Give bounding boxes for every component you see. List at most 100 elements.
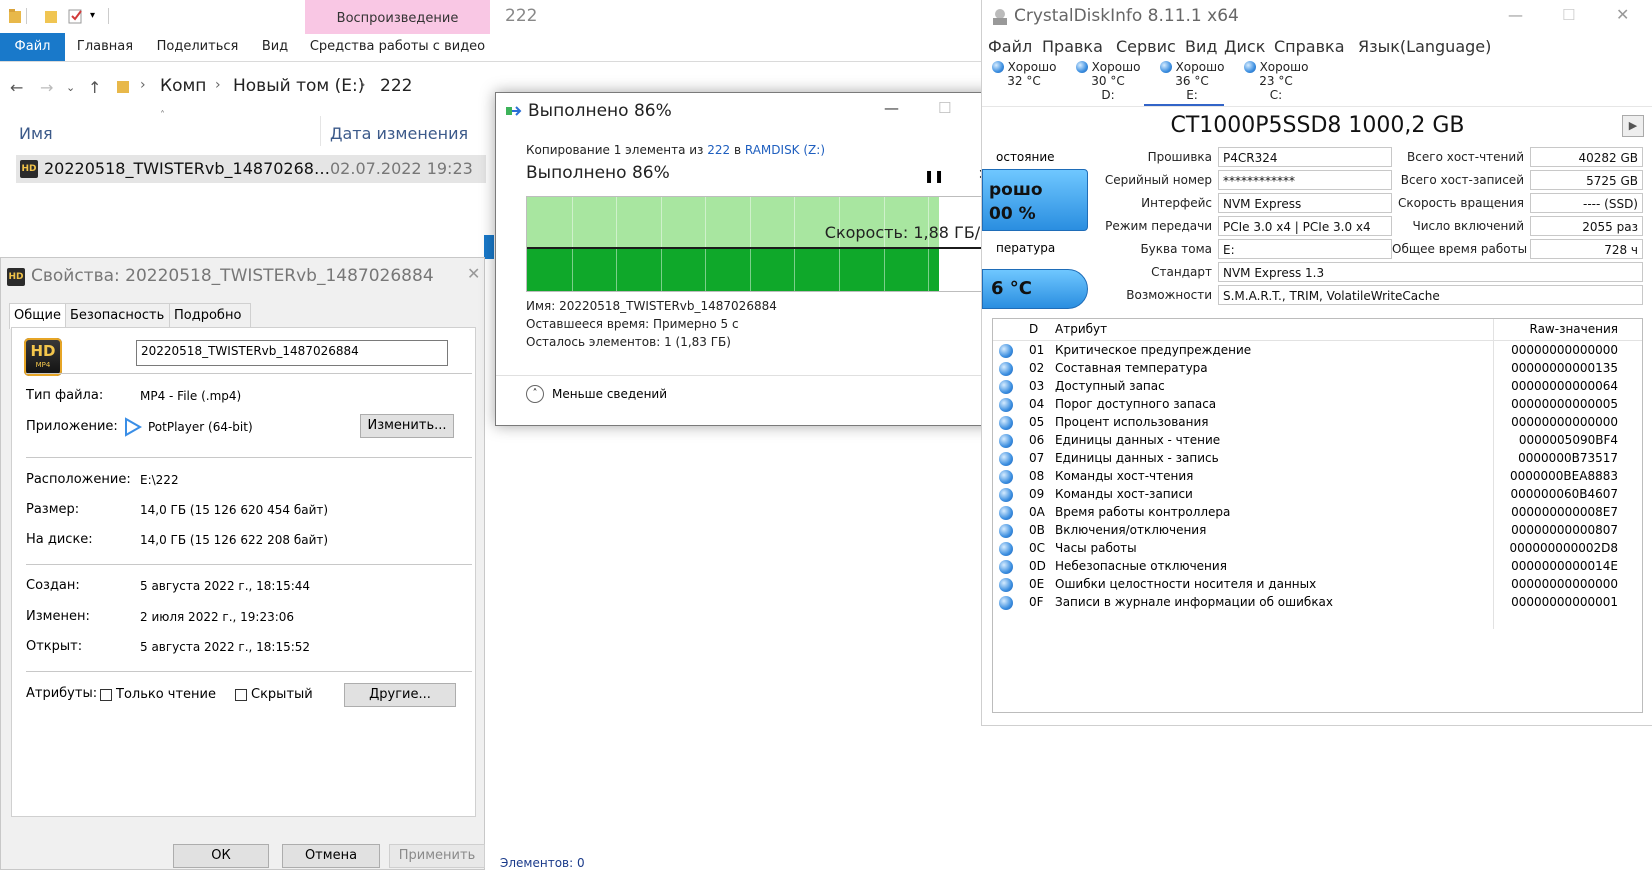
value-features: S.M.A.R.T., TRIM, VolatileWriteCache xyxy=(1218,285,1643,305)
recent-chevron-icon[interactable]: ⌄ xyxy=(66,81,75,94)
fewer-details-link[interactable]: Меньше сведений xyxy=(552,387,667,401)
menu-view[interactable]: Вид xyxy=(1185,37,1217,56)
copy-source-link[interactable]: 222 xyxy=(707,143,730,157)
tab-share[interactable]: Поделиться xyxy=(150,33,245,61)
breadcrumb-folder[interactable]: 222 xyxy=(380,76,412,96)
close-icon[interactable]: ✕ xyxy=(467,264,480,283)
health-good-icon xyxy=(999,344,1013,358)
minimize-icon[interactable]: — xyxy=(1508,6,1523,24)
copy-destination-link[interactable]: RAMDISK (Z:) xyxy=(745,143,825,157)
table-row[interactable]: 0B Включения/отключения 00000000000807 xyxy=(993,521,1642,539)
attribute-name: Часы работы xyxy=(1055,541,1137,555)
value-on-disk: 14,0 ГБ (15 126 622 208 байт) xyxy=(140,533,329,547)
up-arrow-icon[interactable]: ↑ xyxy=(88,78,101,97)
table-row[interactable]: 01 Критическое предупреждение 000000000000… xyxy=(993,341,1642,359)
filename-input[interactable]: 20220518_TWISTERvb_1487026884 xyxy=(136,340,448,366)
label-on-disk: На диске: xyxy=(26,532,93,547)
menu-service[interactable]: Сервис xyxy=(1116,37,1176,56)
table-row[interactable]: 0D Небезопасные отключения 0000000000014E xyxy=(993,557,1642,575)
health-good-icon xyxy=(999,488,1013,502)
copy-remaining-time: Оставшееся время: Примерно 5 с xyxy=(526,317,739,331)
attribute-raw: 000000000008E7 xyxy=(1511,505,1618,519)
table-row[interactable]: 05 Процент использования 00000000000000 xyxy=(993,413,1642,431)
column-name[interactable]: Имя xyxy=(19,124,53,143)
table-row[interactable]: 0F Записи в журнале информации об ошибках… xyxy=(993,593,1642,611)
table-row[interactable]: 09 Команды хост-записи 000000060B4607 xyxy=(993,485,1642,503)
table-row[interactable]: 0A Время работы контроллера 000000000008E7 xyxy=(993,503,1642,521)
menu-language[interactable]: Язык(Language) xyxy=(1358,37,1491,56)
forward-arrow-icon[interactable]: → xyxy=(40,78,53,97)
folder-icon[interactable] xyxy=(8,8,22,26)
label-opened: Открыт: xyxy=(26,639,83,654)
change-app-button[interactable]: Изменить... xyxy=(360,414,454,438)
table-row[interactable]: 0E Ошибки целостности носителя и данных 00… xyxy=(993,575,1642,593)
apply-button[interactable]: Применить xyxy=(389,844,485,868)
file-row[interactable]: HD 20220518_TWISTERvb_1487026884 02.07.2… xyxy=(16,155,486,183)
smart-attributes-table: D Атрибут Raw-значения 01 Критическое пре… xyxy=(992,318,1643,713)
drive-tab-c[interactable]: Хорошо 23 °C C: xyxy=(1234,60,1318,106)
table-row[interactable]: 03 Доступный запас 00000000000064 xyxy=(993,377,1642,395)
health-good-icon xyxy=(999,452,1013,466)
health-good-icon xyxy=(999,470,1013,484)
minimize-icon[interactable]: — xyxy=(884,99,899,117)
table-row[interactable]: 07 Единицы данных - запись 0000000B73517 xyxy=(993,449,1642,467)
folder-new-icon[interactable] xyxy=(44,8,58,26)
next-disk-icon[interactable]: ▶ xyxy=(1622,115,1644,137)
graph-gridline xyxy=(750,197,751,291)
transfer-speed-graph: Скорость: 1,88 ГБ/с xyxy=(526,196,996,292)
hd-mp4-file-icon: HD MP4 xyxy=(24,338,62,376)
cancel-button[interactable]: Отмена xyxy=(282,844,380,868)
back-arrow-icon[interactable]: ← xyxy=(10,78,23,97)
value-app: PotPlayer (64-bit) xyxy=(148,420,253,434)
pause-icon[interactable]: ❚❚ xyxy=(924,169,944,183)
drive-tab-d[interactable]: Хорошо 30 °C D: xyxy=(1066,60,1150,106)
tab-file[interactable]: Файл xyxy=(0,33,65,61)
column-modified[interactable]: Дата изменения xyxy=(330,124,468,143)
qat-dropdown-icon[interactable]: ▾ xyxy=(90,10,95,28)
table-header: D Атрибут Raw-значения xyxy=(993,318,1642,341)
value-rotation: ---- (SSD) xyxy=(1530,193,1643,213)
column-divider[interactable] xyxy=(320,116,321,146)
readonly-checkbox[interactable] xyxy=(100,689,112,701)
menu-disk[interactable]: Диск xyxy=(1224,37,1265,56)
header-attribute[interactable]: Атрибут xyxy=(1055,318,1107,340)
table-row[interactable]: 06 Единицы данных - чтение 0000005090BF4 xyxy=(993,431,1642,449)
hidden-checkbox[interactable] xyxy=(235,689,247,701)
tab-security[interactable]: Безопасность xyxy=(65,303,173,328)
properties-check-icon[interactable] xyxy=(68,8,84,26)
drive-temp: 36 °C xyxy=(1175,74,1209,88)
header-raw[interactable]: Raw-значения xyxy=(1530,318,1619,340)
header-id[interactable]: D xyxy=(1029,318,1038,340)
ok-button[interactable]: ОК xyxy=(173,844,269,868)
menu-file[interactable]: Файл xyxy=(988,37,1032,56)
temperature-badge: 6 °C xyxy=(982,269,1088,309)
label-drive-letter: Буква тома xyxy=(1140,242,1212,256)
table-row[interactable]: 04 Порог доступного запаса 00000000000005 xyxy=(993,395,1642,413)
health-good-icon xyxy=(999,542,1013,556)
attribute-raw: 0000000000014E xyxy=(1511,559,1618,573)
breadcrumb-computer[interactable]: Комп xyxy=(160,76,206,96)
health-good-icon xyxy=(991,61,1004,73)
table-row[interactable]: 02 Составная температура 00000000000135 xyxy=(993,359,1642,377)
other-attributes-button[interactable]: Другие... xyxy=(344,683,456,707)
tab-view[interactable]: Вид xyxy=(255,33,295,61)
menu-edit[interactable]: Правка xyxy=(1042,37,1103,56)
tab-home[interactable]: Главная xyxy=(70,33,140,61)
table-row[interactable]: 0C Часы работы 000000000002D8 xyxy=(993,539,1642,557)
close-icon[interactable]: ✕ xyxy=(1616,5,1629,24)
menu-help[interactable]: Справка xyxy=(1274,37,1345,56)
health-status-badge: рошо 00 % xyxy=(982,169,1088,231)
tab-details[interactable]: Подробно xyxy=(169,303,251,328)
tab-video-tools[interactable]: Средства работы с видео xyxy=(305,33,490,61)
breadcrumb-volume[interactable]: Новый том (E:) xyxy=(233,76,364,96)
maximize-icon[interactable]: ☐ xyxy=(1562,6,1575,24)
drive-status: Хорошо xyxy=(1007,60,1057,74)
value-firmware: P4CR324 xyxy=(1218,147,1392,167)
drive-tab-1[interactable]: Хорошо 32 °C xyxy=(982,60,1066,106)
label-rotation: Скорость вращения xyxy=(1398,196,1524,210)
chevron-up-icon[interactable]: ˄ xyxy=(526,385,544,403)
maximize-icon[interactable]: ☐ xyxy=(938,99,951,117)
drive-tab-e[interactable]: Хорошо 36 °C E: xyxy=(1150,60,1234,106)
table-row[interactable]: 08 Команды хост-чтения 0000000BEA8883 xyxy=(993,467,1642,485)
tab-general[interactable]: Общие xyxy=(9,303,69,329)
